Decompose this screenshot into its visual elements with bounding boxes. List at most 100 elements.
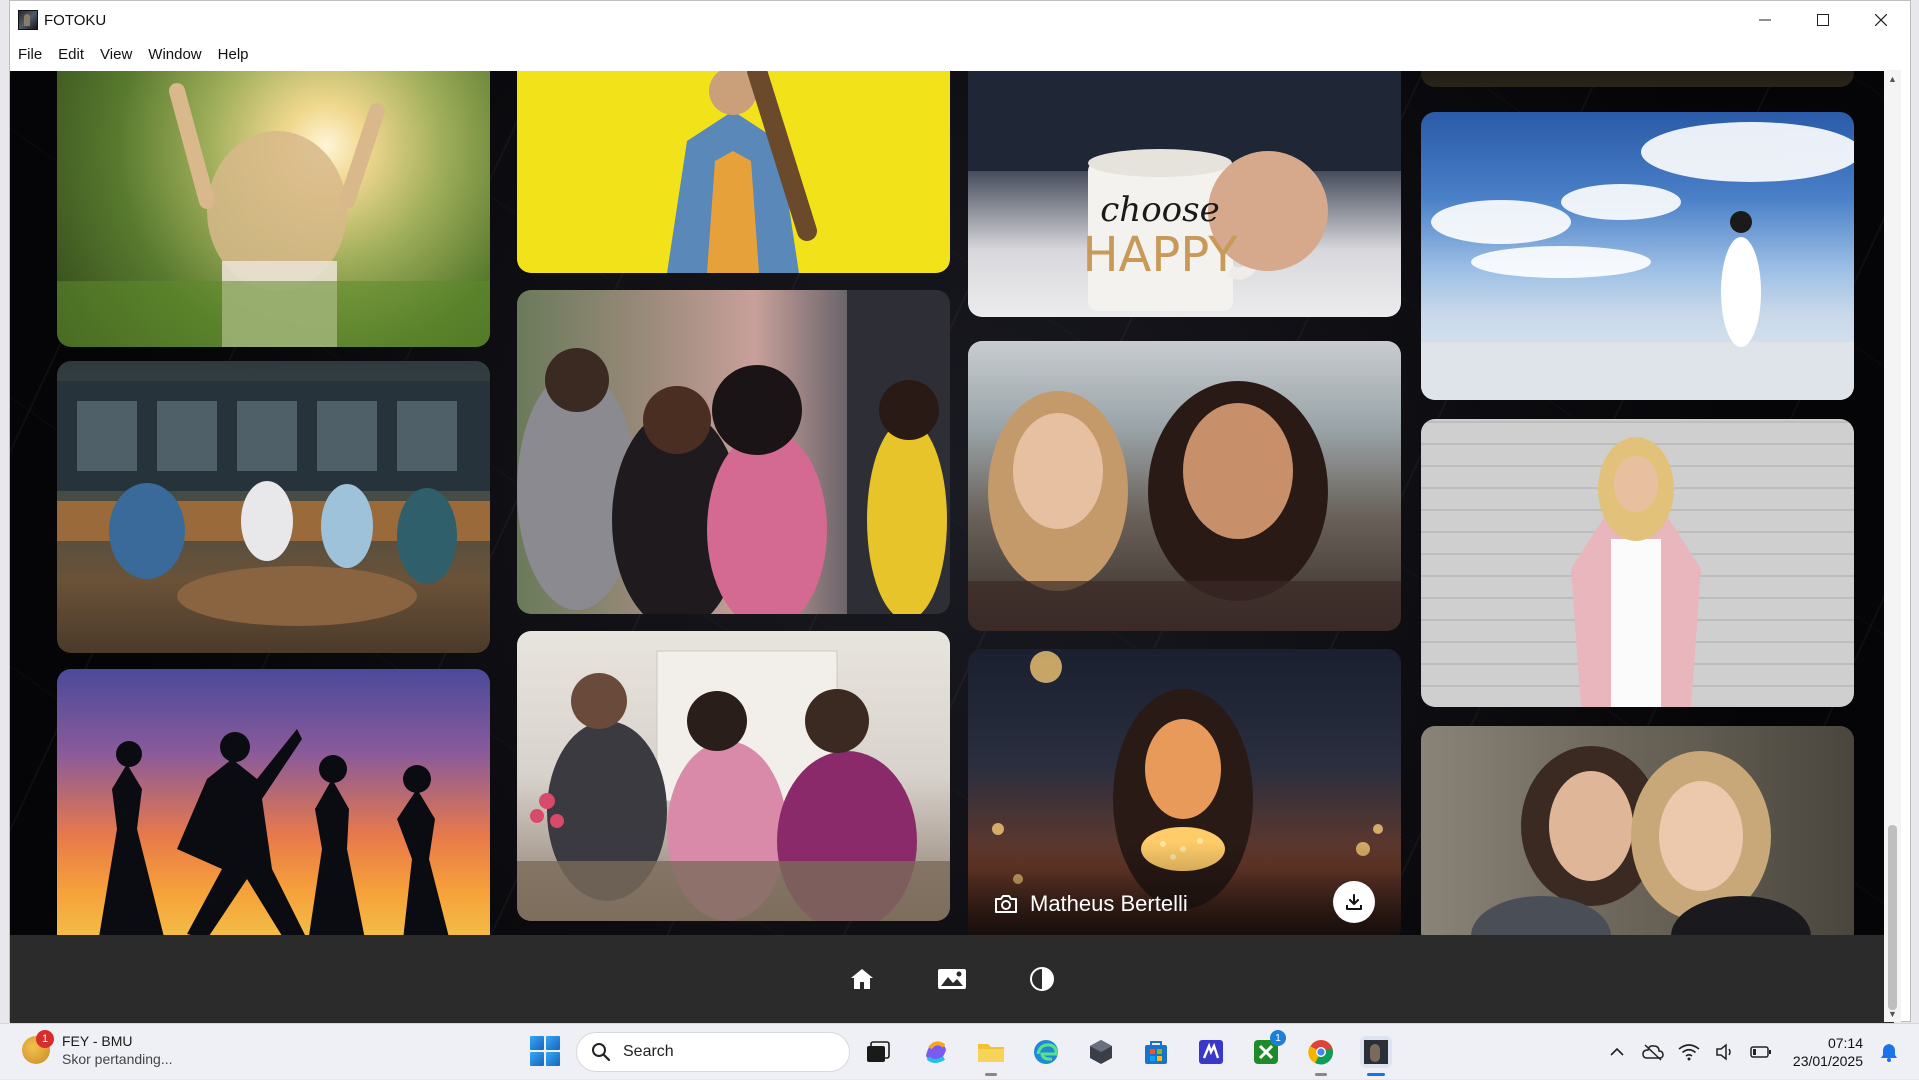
theme-toggle-button[interactable] xyxy=(1025,962,1059,996)
photo-friends-cafe-terrace[interactable] xyxy=(57,361,490,653)
fotoku-taskbar-button[interactable] xyxy=(1360,1036,1392,1076)
window-controls xyxy=(1736,1,1910,39)
photo-image xyxy=(1421,122,1854,400)
gallery-icon xyxy=(938,969,966,989)
photo-image xyxy=(667,71,817,273)
speaker-icon xyxy=(1716,1043,1731,1061)
photo-image xyxy=(517,290,950,614)
photo-woman-yellow-wall[interactable] xyxy=(517,71,950,273)
photo-image xyxy=(1471,746,1811,935)
photographer-name: Matheus Bertelli xyxy=(1030,891,1188,916)
photo-silhouettes-sunset[interactable] xyxy=(57,669,490,935)
weather-widget[interactable]: 1 FEY - BMU Skor pertanding... xyxy=(22,1030,173,1068)
file-explorer-button[interactable] xyxy=(975,1036,1007,1076)
windows-logo-icon xyxy=(530,1052,544,1066)
menu-bar: File Edit View Window Help xyxy=(10,39,1910,71)
folder-icon xyxy=(978,1044,1004,1062)
app-window: FOTOKU File Edit View Window Help choose… xyxy=(9,0,1911,1023)
menu-help[interactable]: Help xyxy=(210,39,257,71)
photo-two-women-portrait[interactable] xyxy=(1421,726,1854,935)
photo-image xyxy=(99,729,449,935)
home-icon xyxy=(851,969,873,989)
weather-badge: 1 xyxy=(36,1030,54,1048)
photo-image xyxy=(517,650,950,921)
menu-window[interactable]: Window xyxy=(140,39,209,71)
photo-woman-salt-flat[interactable] xyxy=(1421,112,1854,400)
scroll-up-arrow[interactable]: ▲ xyxy=(1884,70,1901,87)
store-icon xyxy=(1145,1041,1167,1064)
photo-image: choose HAPPY xyxy=(968,71,1401,311)
scroll-thumb[interactable] xyxy=(1888,825,1897,1010)
photo-image xyxy=(57,83,490,347)
title-bar[interactable]: FOTOKU xyxy=(10,1,1910,39)
window-title: FOTOKU xyxy=(44,11,107,29)
photo-woman-fairy-lights[interactable]: Matheus Bertelli xyxy=(968,649,1401,935)
show-hidden-icons-button[interactable] xyxy=(1603,1038,1631,1066)
photo-friends-laughing-street[interactable] xyxy=(517,290,950,614)
weather-title: FEY - BMU xyxy=(62,1033,133,1049)
photo-image xyxy=(968,381,1401,631)
chevron-up-icon xyxy=(1610,1047,1624,1056)
photo-woman-brick-wall[interactable] xyxy=(1421,419,1854,707)
edge-button[interactable] xyxy=(1030,1036,1062,1068)
clock-date: 23/01/2025 xyxy=(1792,1053,1863,1069)
weather-icon: 1 xyxy=(22,1030,54,1064)
battery-status[interactable] xyxy=(1747,1038,1775,1066)
edge-icon xyxy=(1034,1040,1058,1064)
start-button[interactable] xyxy=(530,1036,560,1066)
photo-column4-top[interactable] xyxy=(1421,71,1854,87)
task-view-button[interactable] xyxy=(862,1036,894,1068)
windows-logo-icon xyxy=(530,1036,544,1050)
visual-studio-button[interactable] xyxy=(1195,1036,1227,1068)
microsoft-store-button[interactable] xyxy=(1140,1036,1172,1068)
taskbar-search[interactable]: Search xyxy=(576,1032,850,1072)
download-button[interactable] xyxy=(1333,881,1375,923)
chrome-icon xyxy=(1308,1040,1333,1065)
close-button[interactable] xyxy=(1852,1,1910,39)
windows-logo-icon xyxy=(546,1052,560,1066)
menu-edit[interactable]: Edit xyxy=(50,39,92,71)
scroll-down-arrow[interactable]: ▼ xyxy=(1884,1005,1901,1022)
chrome-button[interactable] xyxy=(1305,1036,1337,1076)
app-cube-button[interactable] xyxy=(1085,1036,1117,1068)
search-placeholder: Search xyxy=(623,1043,674,1060)
active-indicator xyxy=(1367,1073,1385,1076)
weather-subtitle: Skor pertanding... xyxy=(62,1051,173,1067)
minimize-button[interactable] xyxy=(1736,1,1794,39)
xbox-badge: 1 xyxy=(1270,1030,1286,1046)
photo-women-office-table[interactable] xyxy=(517,631,950,921)
minimize-icon xyxy=(1759,19,1771,21)
app-logo-icon xyxy=(18,10,38,30)
wifi-status[interactable] xyxy=(1675,1038,1703,1066)
mug-text-line2: HAPPY xyxy=(1082,227,1238,283)
gallery-button[interactable] xyxy=(935,962,969,996)
bottom-navigation xyxy=(10,935,1894,1023)
copilot-button[interactable] xyxy=(920,1036,952,1068)
vertical-scrollbar[interactable]: ▲ ▼ xyxy=(1884,70,1901,1022)
taskbar: 1 FEY - BMU Skor pertanding... Search 1 … xyxy=(0,1023,1919,1079)
xbox-button[interactable]: 1 xyxy=(1250,1030,1286,1068)
task-view-icon xyxy=(867,1041,890,1062)
notifications-button[interactable] xyxy=(1875,1038,1903,1066)
photo-woman-sunlight-field[interactable] xyxy=(57,71,490,347)
fotoku-icon xyxy=(1364,1040,1388,1064)
photo-choose-happy-mug[interactable]: choose HAPPY xyxy=(968,71,1401,317)
onedrive-status[interactable] xyxy=(1639,1038,1667,1066)
weather-text: FEY - BMU Skor pertanding... xyxy=(62,1032,173,1068)
clock-time: 07:14 xyxy=(1827,1035,1863,1051)
photo-gallery: choose HAPPY Matheus Bertelli xyxy=(10,71,1894,935)
photo-credit: Matheus Bertelli xyxy=(994,891,1188,917)
home-button[interactable] xyxy=(845,962,879,996)
maximize-button[interactable] xyxy=(1794,1,1852,39)
download-icon xyxy=(1346,894,1362,910)
photo-two-women-smiling-lake[interactable] xyxy=(968,341,1401,631)
volume-control[interactable] xyxy=(1711,1038,1739,1066)
menu-view[interactable]: View xyxy=(92,39,140,71)
menu-file[interactable]: File xyxy=(10,39,50,71)
clock[interactable]: 07:14 23/01/2025 xyxy=(1793,1034,1863,1070)
search-icon xyxy=(592,1043,611,1062)
windows-logo-icon xyxy=(546,1036,560,1050)
bell-icon xyxy=(1881,1044,1897,1062)
system-tray: 07:14 23/01/2025 xyxy=(1603,1024,1919,1080)
photo-hover-overlay xyxy=(968,841,1401,935)
